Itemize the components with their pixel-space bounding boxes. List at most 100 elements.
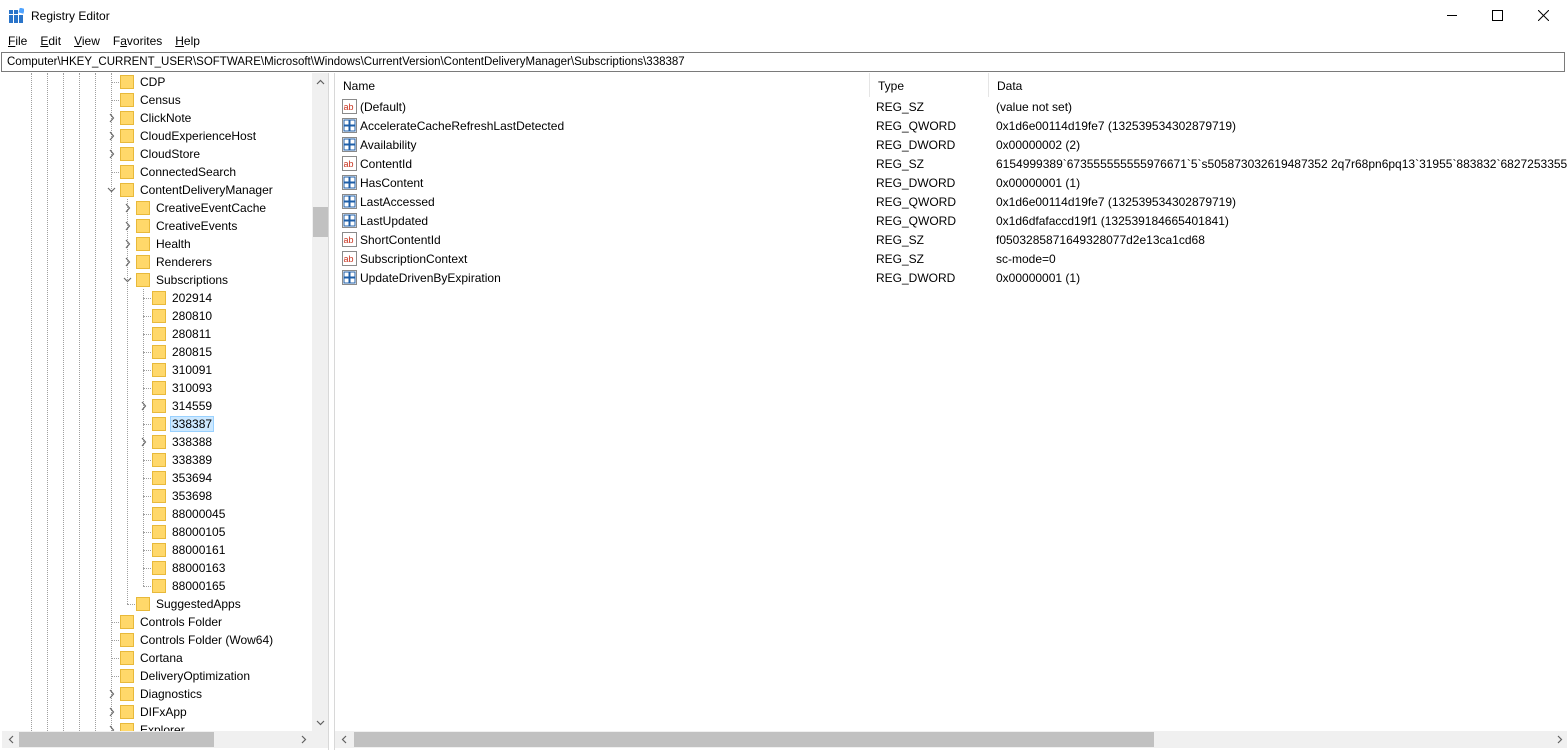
tree-node-label[interactable]: 310091 <box>170 363 214 377</box>
tree-node[interactable]: 88000161 <box>2 541 312 559</box>
tree-node[interactable]: 280815 <box>2 343 312 361</box>
tree-node[interactable]: 338387 <box>2 415 312 433</box>
tree-node-label[interactable]: Census <box>138 93 183 107</box>
chevron-right-icon[interactable] <box>107 706 116 718</box>
tree-node-label[interactable]: CreativeEvents <box>154 219 239 233</box>
value-row[interactable]: LastAccessed REG_QWORD 0x1d6e00114d19fe7 (… <box>335 192 1567 211</box>
chevron-right-icon[interactable] <box>123 202 132 214</box>
tree-node-label[interactable]: SuggestedApps <box>154 597 243 611</box>
scroll-down-arrow[interactable] <box>312 714 328 731</box>
tree-node[interactable]: Diagnostics <box>2 685 312 703</box>
chevron-right-icon[interactable] <box>107 112 116 124</box>
tree-node[interactable]: 280810 <box>2 307 312 325</box>
value-row[interactable]: AccelerateCacheRefreshLastDetected REG_QW… <box>335 116 1567 135</box>
minimize-button[interactable] <box>1429 0 1475 31</box>
tree-node-label[interactable]: 338389 <box>170 453 214 467</box>
tree-node-label[interactable]: 202914 <box>170 291 214 305</box>
value-row[interactable]: ab ShortContentId REG_SZ f05032858716493280… <box>335 230 1567 249</box>
scroll-right-arrow[interactable] <box>295 731 312 748</box>
tree-node[interactable]: 338388 <box>2 433 312 451</box>
tree-node[interactable]: SuggestedApps <box>2 595 312 613</box>
values-list-pane[interactable]: Name Type Data ab (Default) REG_SZ (value n… <box>334 73 1567 750</box>
chevron-right-icon[interactable] <box>139 436 148 448</box>
column-header-data[interactable]: Data <box>989 73 1567 97</box>
close-button[interactable] <box>1520 0 1566 31</box>
tree-node[interactable]: Controls Folder (Wow64) <box>2 631 312 649</box>
value-row[interactable]: LastUpdated REG_QWORD 0x1d6dfafaccd19f1 (1… <box>335 211 1567 230</box>
tree-node[interactable]: Health <box>2 235 312 253</box>
value-row[interactable]: HasContent REG_DWORD 0x00000001 (1) <box>335 173 1567 192</box>
tree-node-label[interactable]: ContentDeliveryManager <box>138 183 275 197</box>
value-row[interactable]: Availability REG_DWORD 0x00000002 (2) <box>335 135 1567 154</box>
tree-node[interactable]: Subscriptions <box>2 271 312 289</box>
tree-node-label[interactable]: 280811 <box>170 327 213 341</box>
tree-node[interactable]: CreativeEventCache <box>2 199 312 217</box>
tree-node[interactable]: Explorer <box>2 721 312 731</box>
tree-node-label[interactable]: Subscriptions <box>154 273 230 287</box>
tree-node[interactable]: CreativeEvents <box>2 217 312 235</box>
menu-help[interactable]: Help <box>168 31 206 51</box>
chevron-right-icon[interactable] <box>107 724 116 731</box>
tree-node-label[interactable]: 88000165 <box>170 579 227 593</box>
list-scroll-right-arrow[interactable] <box>1551 731 1567 748</box>
tree-node-label[interactable]: 353698 <box>170 489 214 503</box>
value-row[interactable]: ab (Default) REG_SZ (value not set) <box>335 97 1567 116</box>
tree-node[interactable]: 88000163 <box>2 559 312 577</box>
tree-node[interactable]: 88000165 <box>2 577 312 595</box>
chevron-right-icon[interactable] <box>107 148 116 160</box>
tree-node[interactable]: ClickNote <box>2 109 312 127</box>
menu-edit[interactable]: Edit <box>33 31 67 51</box>
chevron-down-icon[interactable] <box>123 274 132 286</box>
tree-node-label[interactable]: CreativeEventCache <box>154 201 268 215</box>
tree-node[interactable]: Census <box>2 91 312 109</box>
chevron-right-icon[interactable] <box>107 130 116 142</box>
list-scroll-left-arrow[interactable] <box>335 731 352 748</box>
tree-node-label[interactable]: 310093 <box>170 381 214 395</box>
tree-node[interactable]: 202914 <box>2 289 312 307</box>
tree-node-label[interactable]: ClickNote <box>138 111 193 125</box>
tree-node[interactable]: DIFxApp <box>2 703 312 721</box>
value-row[interactable]: UpdateDrivenByExpiration REG_DWORD 0x00000… <box>335 268 1567 287</box>
tree-node-label[interactable]: Controls Folder (Wow64) <box>138 633 275 647</box>
tree-node[interactable]: 88000105 <box>2 523 312 541</box>
tree-node[interactable]: CloudExperienceHost <box>2 127 312 145</box>
tree-node-label[interactable]: 88000161 <box>170 543 227 557</box>
tree-horizontal-scroll-thumb[interactable] <box>19 732 214 747</box>
value-row[interactable]: ab SubscriptionContext REG_SZ sc-mode=0 <box>335 249 1567 268</box>
tree-node-label[interactable]: ConnectedSearch <box>138 165 238 179</box>
chevron-right-icon[interactable] <box>123 256 132 268</box>
tree-node[interactable]: Renderers <box>2 253 312 271</box>
tree-node[interactable]: ContentDeliveryManager <box>2 181 312 199</box>
menu-view[interactable]: View <box>67 31 106 51</box>
tree-node-label[interactable]: 280815 <box>170 345 214 359</box>
tree-node-label[interactable]: CDP <box>138 75 167 89</box>
tree-node[interactable]: DeliveryOptimization <box>2 667 312 685</box>
column-header-name[interactable]: Name <box>335 73 870 97</box>
tree-node[interactable]: 88000045 <box>2 505 312 523</box>
key-tree[interactable]: CDP Census ClickNote CloudExperienceHost Clo… <box>2 73 312 731</box>
chevron-right-icon[interactable] <box>123 238 132 250</box>
column-header-type[interactable]: Type <box>870 73 989 97</box>
tree-horizontal-scrollbar[interactable] <box>2 731 312 748</box>
address-bar[interactable]: Computer\HKEY_CURRENT_USER\SOFTWARE\Micr… <box>1 52 1565 72</box>
title-bar[interactable]: Registry Editor <box>0 0 1567 31</box>
tree-vertical-scrollbar[interactable] <box>312 73 328 731</box>
chevron-right-icon[interactable] <box>123 220 132 232</box>
list-horizontal-scroll-thumb[interactable] <box>354 732 1154 747</box>
tree-node[interactable]: Controls Folder <box>2 613 312 631</box>
tree-node-label[interactable]: 280810 <box>170 309 214 323</box>
tree-node[interactable]: 310093 <box>2 379 312 397</box>
maximize-button[interactable] <box>1474 0 1520 31</box>
tree-node[interactable]: ConnectedSearch <box>2 163 312 181</box>
tree-node-label[interactable]: Diagnostics <box>138 687 204 701</box>
tree-node-label[interactable]: 314559 <box>170 399 214 413</box>
tree-node[interactable]: 353698 <box>2 487 312 505</box>
key-tree-pane[interactable]: CDP Census ClickNote CloudExperienceHost Clo… <box>2 73 329 750</box>
tree-node-label[interactable]: 338388 <box>170 435 214 449</box>
scroll-left-arrow[interactable] <box>2 731 19 748</box>
tree-node[interactable]: 310091 <box>2 361 312 379</box>
tree-node-label[interactable]: Explorer <box>138 723 187 731</box>
tree-node-label[interactable]: DeliveryOptimization <box>138 669 252 683</box>
scroll-up-arrow[interactable] <box>312 73 328 90</box>
tree-node-label[interactable]: 88000045 <box>170 507 227 521</box>
